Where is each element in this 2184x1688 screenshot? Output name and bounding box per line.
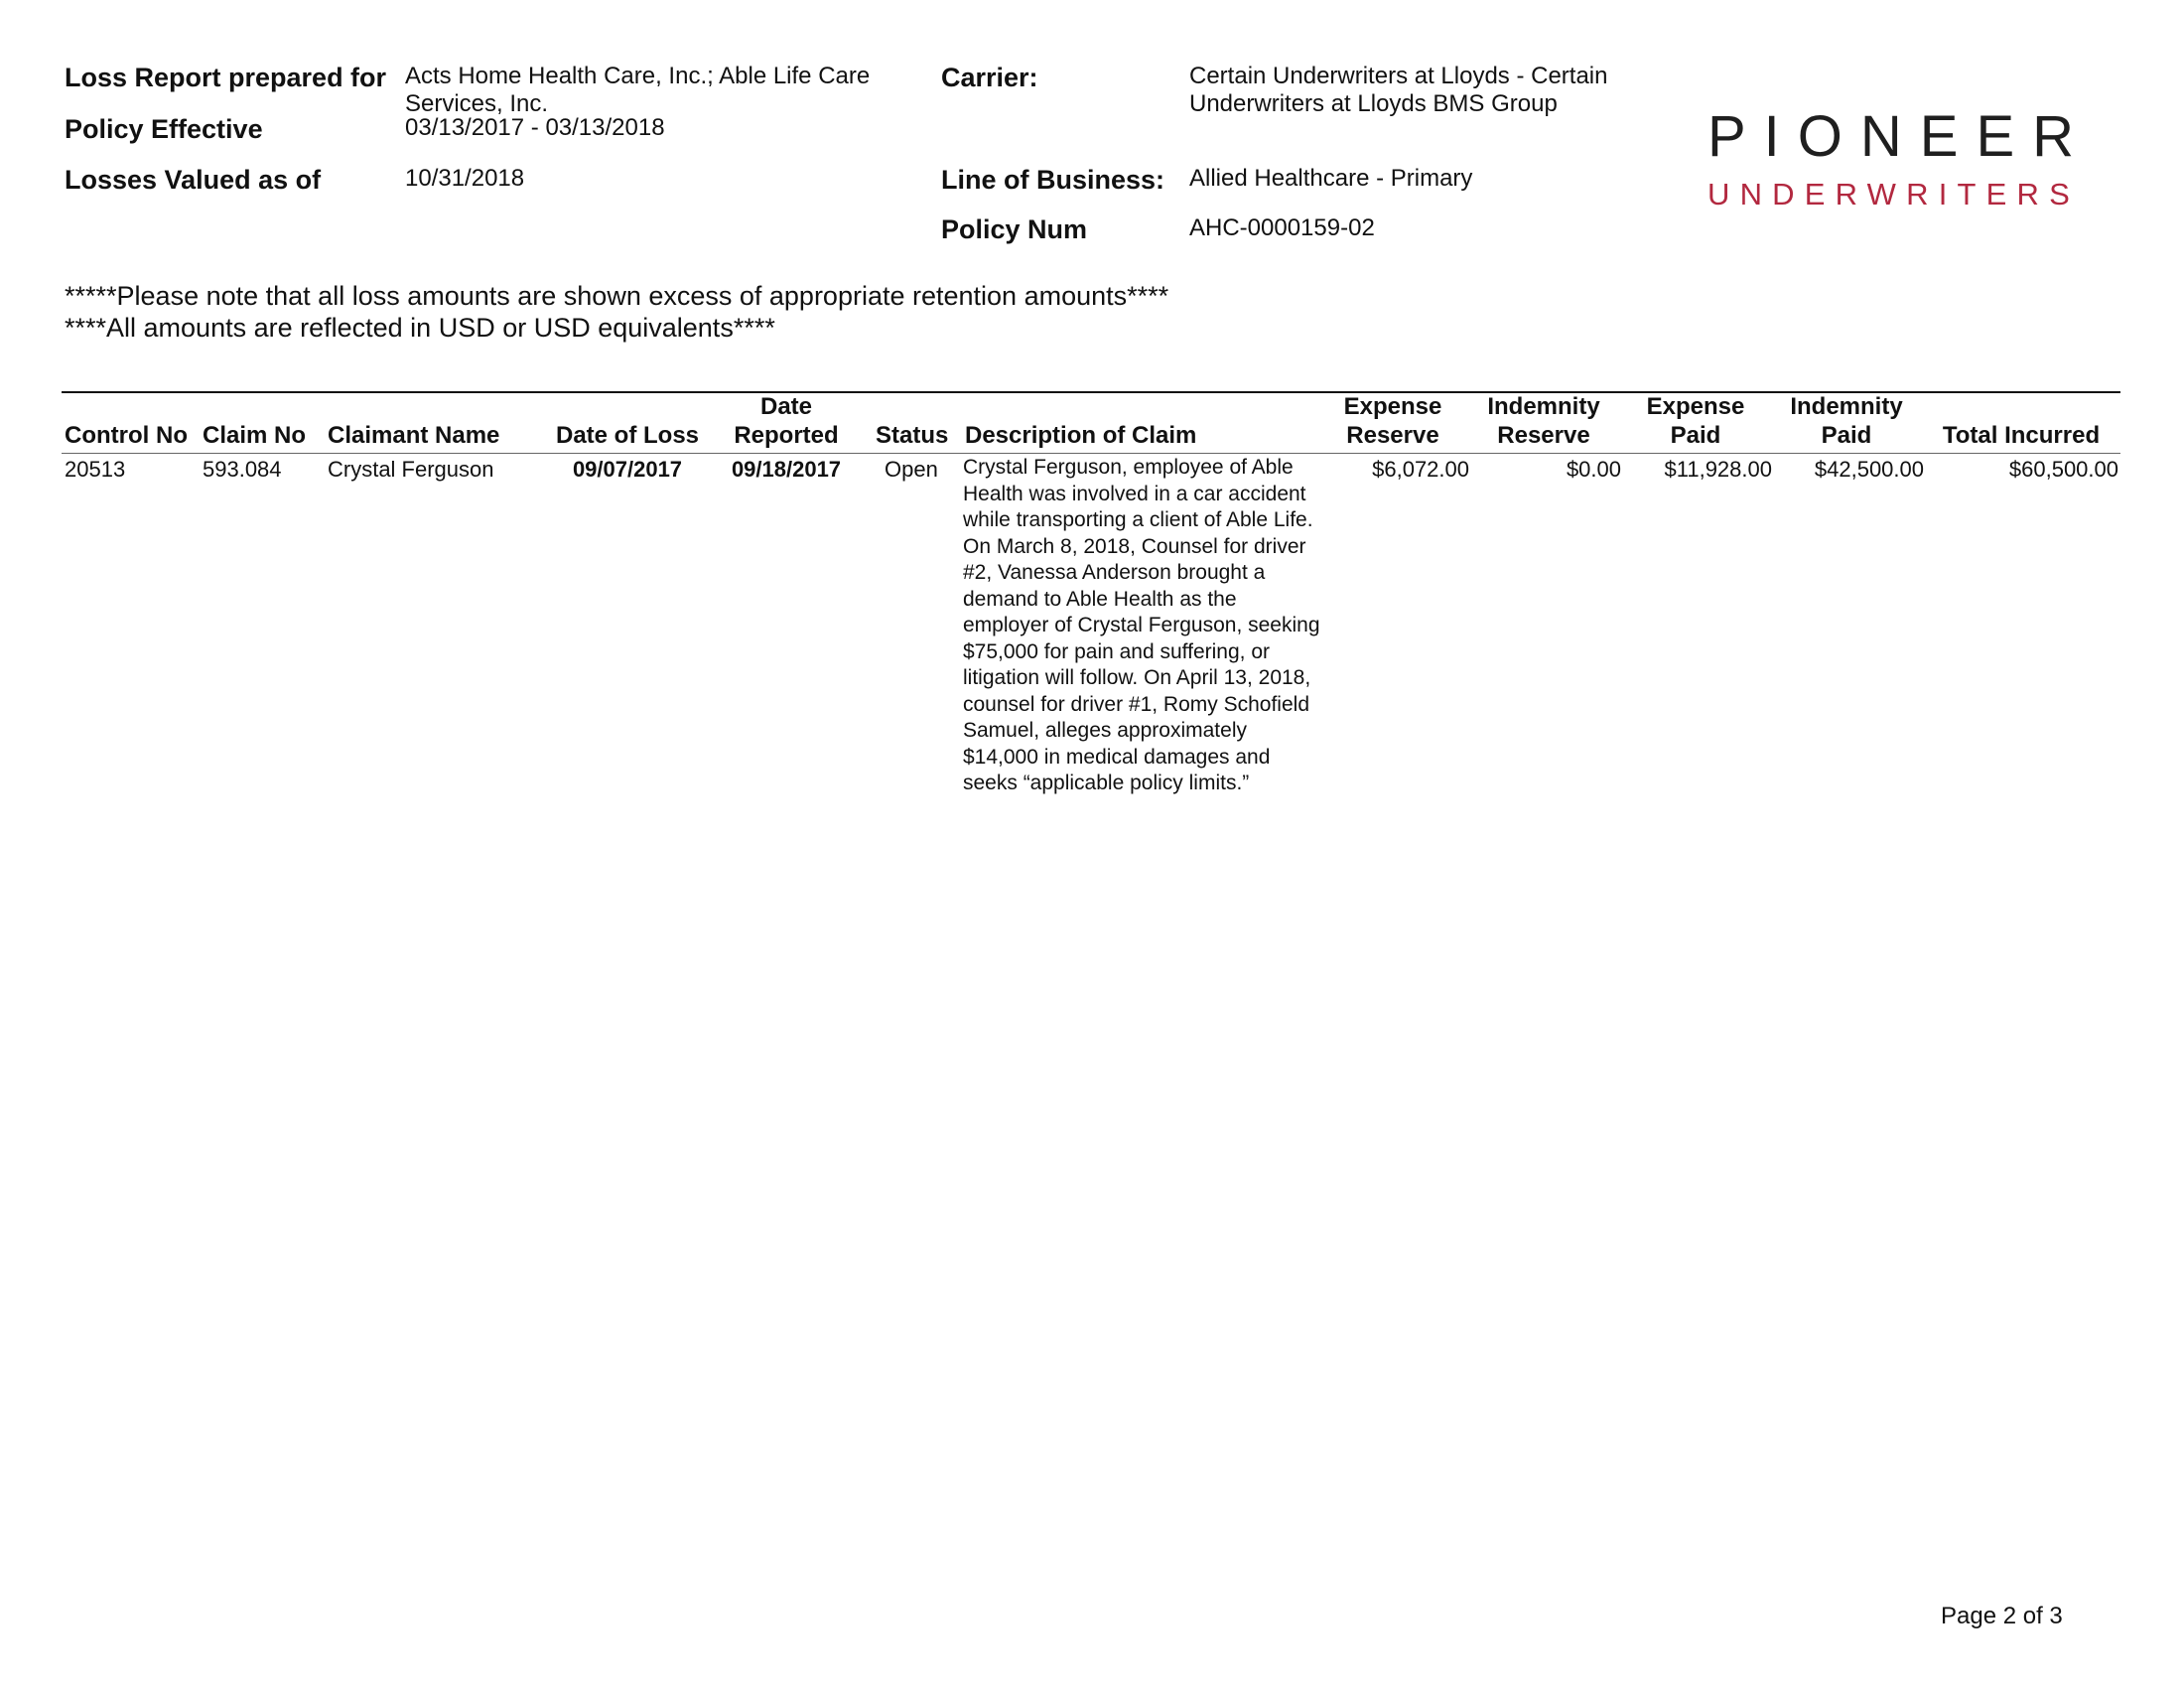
carrier-label: Carrier: [941,63,1038,92]
header-indemnity-paid-line1: Indemnity [1790,393,1903,420]
cell-control-no: 20513 [65,457,126,482]
cell-claim-no: 593.084 [203,457,282,482]
header-expense-reserve-line2: Reserve [1346,422,1439,449]
cell-status: Open [885,457,938,482]
header-indemnity-reserve-line1: Indemnity [1487,393,1600,420]
header-indemnity-paid-line2: Paid [1821,422,1872,449]
cell-expense-paid: $11,928.00 [1664,457,1772,482]
carrier-value: Certain Underwriters at Lloyds - Certain… [1189,63,1608,117]
cell-date-reported: 09/18/2017 [731,457,842,482]
header-claim-no: Claim No [203,422,307,449]
cell-description: Crystal Ferguson, employee of Able Healt… [963,456,1320,794]
header-indemnity-reserve-line2: Reserve [1497,422,1590,449]
losses-valued-label: Losses Valued as of [65,165,322,195]
line-of-business-value: Allied Healthcare - Primary [1189,165,1473,192]
header-date-reported-line1: Date [759,393,813,420]
pioneer-logo-wordmark: PIONEER [1707,104,2093,169]
policy-effective-label: Policy Effective [65,114,263,144]
policy-num-value: AHC-0000159-02 [1189,214,1375,241]
prepared-for-value: Acts Home Health Care, Inc.; Able Life C… [405,63,871,117]
cell-expense-reserve: $6,072.00 [1372,457,1469,482]
underwriters-logo-subtitle: UNDERWRITERS [1707,177,2081,211]
currency-note: ****All amounts are reflected in USD or … [65,313,775,343]
page-number: Page 2 of 3 [1941,1603,2063,1629]
header-expense-reserve-line1: Expense [1343,393,1442,420]
header-total-incurred: Total Incurred [1942,422,2101,449]
table-header-rule [62,453,2120,454]
cell-indemnity-reserve: $0.00 [1566,457,1621,482]
header-date-reported-line2: Reported [734,422,839,449]
policy-num-label: Policy Num [941,214,1088,244]
header-claimant-name: Claimant Name [328,422,500,449]
prepared-for-label: Loss Report prepared for [65,63,387,92]
header-expense-paid-line2: Paid [1670,422,1721,449]
cell-indemnity-paid: $42,500.00 [1814,457,1924,482]
header-status: Status [876,422,949,449]
header-description: Description of Claim [965,422,1197,449]
cell-claimant-name: Crystal Ferguson [328,457,494,482]
retention-note: *****Please note that all loss amounts a… [65,281,1169,311]
line-of-business-label: Line of Business: [941,165,1165,195]
losses-valued-value: 10/31/2018 [405,165,525,192]
cell-date-of-loss: 09/07/2017 [572,457,683,482]
policy-effective-value: 03/13/2017 - 03/13/2018 [405,114,665,141]
header-date-of-loss: Date of Loss [555,422,700,449]
cell-total-incurred: $60,500.00 [2008,457,2118,482]
header-expense-paid-line1: Expense [1646,393,1745,420]
header-control-no: Control No [65,422,188,449]
